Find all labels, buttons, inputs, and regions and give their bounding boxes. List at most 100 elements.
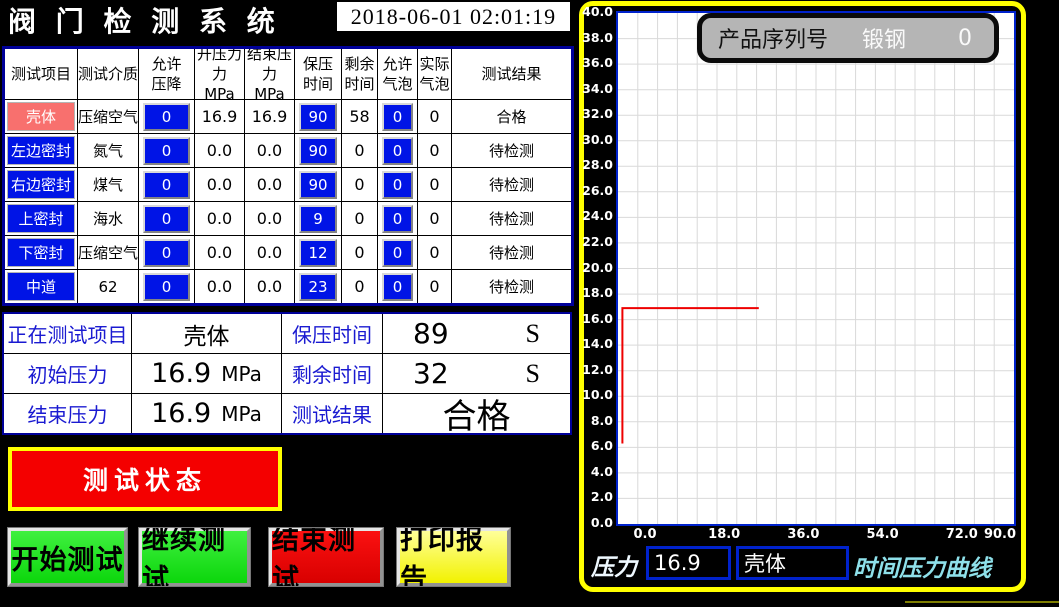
table-row-5-actual_bubbles: 0 [418, 270, 452, 303]
table-row-5-allow_drop: 0 [139, 270, 195, 303]
stop-test-button[interactable]: 结束测试 [269, 528, 383, 586]
table-row-3-hold_time: 9 [295, 202, 342, 236]
table-row-1-start_pressure: 0.0 [195, 134, 245, 168]
allow-bubbles-input[interactable]: 0 [382, 171, 413, 199]
table-row-3-result: 待检测 [452, 202, 571, 236]
table-row-4-allow_bubbles: 0 [378, 236, 418, 270]
hold-time-number: 89 [413, 317, 449, 350]
continue-test-button[interactable]: 继续测试 [139, 528, 250, 586]
col-header-test-item: 测试项目 [5, 49, 78, 100]
current-item-label: 正在测试项目 [4, 314, 132, 354]
y-tick-label: 36.0 [578, 55, 613, 70]
row-item-button[interactable]: 上密封 [7, 204, 75, 233]
hold-time-label: 保压时间 [282, 314, 383, 354]
col-header-start-pressure: 开压力 力 MPa [195, 49, 245, 100]
table-row-0-result: 合格 [452, 100, 571, 134]
remain-time-label: 剩余时间 [282, 354, 383, 394]
start-test-button[interactable]: 开始测试 [8, 528, 127, 586]
table-row-4-remain_time: 0 [342, 236, 378, 270]
table-row-3-medium: 海水 [78, 202, 139, 236]
table-row-2-actual_bubbles: 0 [418, 168, 452, 202]
remain-time-number: 32 [413, 357, 449, 390]
table-row-0-end_pressure: 16.9 [245, 100, 295, 134]
pressure-value-field[interactable]: 16.9 [646, 546, 731, 580]
y-tick-label: 6.0 [578, 438, 613, 453]
serial-label: 产品序列号 [718, 22, 828, 54]
y-tick-label: 24.0 [578, 208, 613, 223]
table-row-3-remain_time: 0 [342, 202, 378, 236]
table-row-4-hold_time: 12 [295, 236, 342, 270]
table-row-1-medium: 氮气 [78, 134, 139, 168]
table-row-0-item: 壳体 [5, 100, 78, 134]
col-header-allowed-bubbles: 允许 气泡 [378, 49, 418, 100]
allow-drop-input[interactable]: 0 [143, 239, 190, 267]
y-tick-label: 18.0 [578, 285, 613, 300]
table-row-4-start_pressure: 0.0 [195, 236, 245, 270]
allow-drop-input[interactable]: 0 [143, 205, 190, 233]
x-tick-label: 36.0 [787, 527, 819, 542]
test-parameter-table: 测试项目 测试介质 允许 压降 开压力 力 MPa 结束压 力 MPa 保压 时… [2, 46, 574, 306]
hold-time-unit: S [526, 319, 540, 349]
row-item-button[interactable]: 中道 [7, 272, 75, 301]
table-row-0-remain_time: 58 [342, 100, 378, 134]
allow-bubbles-input[interactable]: 0 [382, 103, 413, 131]
table-row-2-item: 右边密封 [5, 168, 78, 202]
test-result-value: 合格 [383, 394, 570, 433]
y-tick-label: 16.0 [578, 311, 613, 326]
app-title: 阀 门 检 测 系 统 [8, 2, 334, 38]
row-item-button[interactable]: 下密封 [7, 238, 75, 267]
table-row-0-allow_drop: 0 [139, 100, 195, 134]
table-row-2-allow_drop: 0 [139, 168, 195, 202]
row-item-button[interactable]: 右边密封 [7, 170, 75, 199]
hold-time-input[interactable]: 9 [299, 205, 337, 233]
table-row-3-allow_bubbles: 0 [378, 202, 418, 236]
y-tick-label: 0.0 [578, 515, 613, 530]
table-row-5-medium: 62 [78, 270, 139, 303]
x-tick-label: 72.0 [946, 527, 978, 542]
col-header-end-pressure: 结束压 力 MPa [245, 49, 295, 100]
hold-time-input[interactable]: 90 [299, 137, 337, 165]
table-row-5-start_pressure: 0.0 [195, 270, 245, 303]
table-row-4-allow_drop: 0 [139, 236, 195, 270]
y-tick-label: 14.0 [578, 336, 613, 351]
hold-time-input[interactable]: 12 [299, 239, 337, 267]
table-row-5-end_pressure: 0.0 [245, 270, 295, 303]
hold-time-input[interactable]: 23 [299, 273, 337, 301]
hold-time-value: 89 S [383, 314, 570, 354]
product-serial-box[interactable]: 产品序列号 锻钢 0 [697, 13, 999, 63]
hold-time-input[interactable]: 90 [299, 171, 337, 199]
test-status-indicator: 测试状态 [8, 447, 282, 511]
allow-drop-input[interactable]: 0 [143, 103, 190, 131]
table-row-4-actual_bubbles: 0 [418, 236, 452, 270]
row-item-button[interactable]: 左边密封 [7, 136, 75, 165]
y-tick-label: 38.0 [578, 30, 613, 45]
y-tick-label: 12.0 [578, 362, 613, 377]
current-item-field[interactable]: 壳体 [736, 546, 849, 580]
table-row-5-hold_time: 23 [295, 270, 342, 303]
time-pressure-plot [616, 11, 1016, 526]
allow-bubbles-input[interactable]: 0 [382, 273, 413, 301]
allow-drop-input[interactable]: 0 [143, 137, 190, 165]
y-tick-label: 4.0 [578, 464, 613, 479]
y-tick-label: 22.0 [578, 234, 613, 249]
y-tick-label: 28.0 [578, 157, 613, 172]
table-row-2-start_pressure: 0.0 [195, 168, 245, 202]
y-tick-label: 10.0 [578, 387, 613, 402]
table-row-1-hold_time: 90 [295, 134, 342, 168]
table-row-5-item: 中道 [5, 270, 78, 303]
row-item-button[interactable]: 壳体 [7, 102, 75, 131]
y-tick-label: 40.0 [578, 4, 613, 19]
allow-bubbles-input[interactable]: 0 [382, 137, 413, 165]
allow-bubbles-input[interactable]: 0 [382, 239, 413, 267]
test-result-label: 测试结果 [282, 394, 383, 433]
hold-time-input[interactable]: 90 [299, 103, 337, 131]
allow-drop-input[interactable]: 0 [143, 171, 190, 199]
table-row-1-actual_bubbles: 0 [418, 134, 452, 168]
allow-drop-input[interactable]: 0 [143, 273, 190, 301]
x-tick-label: 90.0 [984, 527, 1016, 542]
table-row-4-end_pressure: 0.0 [245, 236, 295, 270]
y-tick-label: 34.0 [578, 81, 613, 96]
print-report-button[interactable]: 打印报告 [397, 528, 510, 586]
allow-bubbles-input[interactable]: 0 [382, 205, 413, 233]
initial-pressure-unit: MPa [221, 362, 262, 386]
